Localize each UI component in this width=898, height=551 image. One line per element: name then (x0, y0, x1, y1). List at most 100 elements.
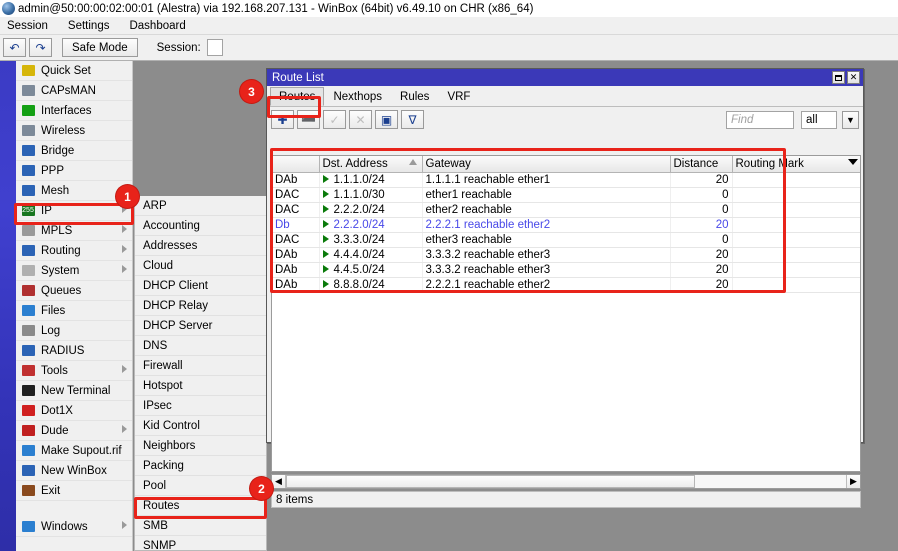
routing-mark-column[interactable]: Routing Mark (732, 156, 860, 172)
redo-arrow-icon[interactable]: ↷ (29, 38, 52, 57)
flags-column[interactable] (272, 156, 319, 172)
menu-dashboard[interactable]: Dashboard (127, 19, 194, 33)
ip-submenu-item-cloud[interactable]: Cloud (135, 256, 266, 276)
ip-submenu-item-pool[interactable]: Pool (135, 476, 266, 496)
scrollbar-thumb[interactable] (286, 475, 695, 488)
sidebar-item-label: Quick Set (41, 65, 91, 77)
sidebar-item-routing[interactable]: Routing (16, 241, 132, 261)
menu-session[interactable]: Session (5, 19, 57, 33)
safe-mode-button[interactable]: Safe Mode (62, 38, 138, 57)
ip-submenu-item-dhcp-client[interactable]: DHCP Client (135, 276, 266, 296)
session-input[interactable] (207, 39, 223, 56)
sidebar-item-label: Files (41, 305, 65, 317)
route-dst-address: 3.3.3.0/24 (319, 232, 422, 247)
table-row[interactable]: DAC1.1.1.0/30ether1 reachable0 (272, 187, 860, 202)
sidebar-item-mesh[interactable]: Mesh (16, 181, 132, 201)
ip-submenu-item-firewall[interactable]: Firewall (135, 356, 266, 376)
sidebar-item-queues[interactable]: Queues (16, 281, 132, 301)
ip-submenu-item-ipsec[interactable]: IPsec (135, 396, 266, 416)
ip-submenu-item-smb[interactable]: SMB (135, 516, 266, 536)
ip-submenu-item-packing[interactable]: Packing (135, 456, 266, 476)
tab-nexthops[interactable]: Nexthops (324, 87, 391, 106)
sidebar-item-files[interactable]: Files (16, 301, 132, 321)
scroll-right-icon[interactable]: ▶ (846, 475, 860, 488)
sidebar-item-tools[interactable]: Tools (16, 361, 132, 381)
ip-submenu-item-kid-control[interactable]: Kid Control (135, 416, 266, 436)
sidebar-item-dot1x[interactable]: Dot1X (16, 401, 132, 421)
ip-submenu-item-addresses[interactable]: Addresses (135, 236, 266, 256)
scroll-left-icon[interactable]: ◀ (272, 475, 286, 488)
routes-table-header-row: Dst. Address Gateway Distance Routing Ma… (272, 156, 860, 172)
enable-button[interactable]: ✓ (323, 110, 346, 129)
distance-column[interactable]: Distance (670, 156, 732, 172)
ip-submenu-item-dns[interactable]: DNS (135, 336, 266, 356)
add-button[interactable]: ✚ (271, 110, 294, 129)
remove-button[interactable]: ➖ (297, 110, 320, 129)
ip-submenu-item-snmp[interactable]: SNMP (135, 536, 266, 551)
route-distance: 20 (670, 247, 732, 262)
ip-submenu-item-dhcp-server[interactable]: DHCP Server (135, 316, 266, 336)
sidebar-item-capsman[interactable]: CAPsMAN (16, 81, 132, 101)
route-gateway: 3.3.3.2 reachable ether3 (422, 262, 670, 277)
tab-vrf[interactable]: VRF (438, 87, 479, 106)
sidebar-item-ip[interactable]: 255IP (16, 201, 132, 221)
disable-button[interactable]: ✕ (349, 110, 372, 129)
sidebar-item-exit[interactable]: Exit (16, 481, 132, 501)
ip-submenu-item-dhcp-relay[interactable]: DHCP Relay (135, 296, 266, 316)
menu-settings[interactable]: Settings (66, 19, 119, 33)
gateway-column[interactable]: Gateway (422, 156, 670, 172)
sidebar-item-log[interactable]: Log (16, 321, 132, 341)
tab-rules[interactable]: Rules (391, 87, 438, 106)
sidebar-item-label: MPLS (41, 225, 72, 237)
sidebar-item-dude[interactable]: Dude (16, 421, 132, 441)
sidebar-item-windows[interactable]: Windows (16, 517, 132, 537)
sidebar-item-radius[interactable]: RADIUS (16, 341, 132, 361)
table-row[interactable]: Db2.2.2.0/242.2.2.1 reachable ether220 (272, 217, 860, 232)
route-routing-mark (732, 262, 860, 277)
sidebar-item-wireless[interactable]: Wireless (16, 121, 132, 141)
sidebar-item-ppp[interactable]: PPP (16, 161, 132, 181)
chevron-down-icon[interactable] (848, 159, 858, 165)
sidebar-item-new-terminal[interactable]: New Terminal (16, 381, 132, 401)
search-input[interactable]: Find (726, 111, 794, 129)
ip-submenu-item-label: Addresses (143, 240, 197, 252)
wand-icon (20, 64, 36, 78)
route-flags: DAC (272, 202, 319, 217)
routes-table: Dst. Address Gateway Distance Routing Ma… (272, 156, 861, 293)
route-list-tabs: RoutesNexthopsRulesVRF (267, 86, 863, 107)
undo-arrow-icon[interactable]: ↶ (3, 38, 26, 57)
scope-select[interactable]: all (801, 111, 837, 129)
ip-submenu-item-accounting[interactable]: Accounting (135, 216, 266, 236)
ip-submenu-item-routes[interactable]: Routes (135, 496, 266, 516)
tab-routes[interactable]: Routes (270, 87, 324, 106)
route-type-arrow-icon (323, 280, 329, 288)
route-type-arrow-icon (323, 250, 329, 258)
dst-address-column[interactable]: Dst. Address (319, 156, 422, 172)
sidebar-item-bridge[interactable]: Bridge (16, 141, 132, 161)
supout-icon (20, 444, 36, 458)
ip-submenu-item-hotspot[interactable]: Hotspot (135, 376, 266, 396)
maximize-icon[interactable] (832, 71, 845, 84)
comment-button[interactable]: ▣ (375, 110, 398, 129)
filter-button[interactable]: ∇ (401, 110, 424, 129)
sidebar-item-label: Interfaces (41, 105, 92, 117)
scrollbar-track[interactable] (286, 475, 846, 488)
table-row[interactable]: DAb4.4.5.0/243.3.3.2 reachable ether320 (272, 262, 860, 277)
sidebar-item-make-supout-rif[interactable]: Make Supout.rif (16, 441, 132, 461)
ip-submenu-item-arp[interactable]: ARP (135, 196, 266, 216)
sidebar-item-mpls[interactable]: MPLS (16, 221, 132, 241)
sidebar-item-system[interactable]: System (16, 261, 132, 281)
horizontal-scrollbar[interactable]: ◀ ▶ (271, 474, 861, 489)
sidebar-item-new-winbox[interactable]: New WinBox (16, 461, 132, 481)
sidebar-item-interfaces[interactable]: Interfaces (16, 101, 132, 121)
table-row[interactable]: DAC3.3.3.0/24ether3 reachable0 (272, 232, 860, 247)
table-row[interactable]: DAb4.4.4.0/243.3.3.2 reachable ether320 (272, 247, 860, 262)
table-row[interactable]: DAb8.8.8.0/242.2.2.1 reachable ether220 (272, 277, 860, 292)
close-icon[interactable]: ✕ (847, 71, 860, 84)
table-row[interactable]: DAb1.1.1.0/241.1.1.1 reachable ether120 (272, 172, 860, 187)
route-dst-address: 4.4.5.0/24 (319, 262, 422, 277)
sidebar-item-quick-set[interactable]: Quick Set (16, 61, 132, 81)
table-row[interactable]: DAC2.2.2.0/24ether2 reachable0 (272, 202, 860, 217)
ip-submenu-item-neighbors[interactable]: Neighbors (135, 436, 266, 456)
chevron-down-icon[interactable]: ▼ (842, 111, 859, 129)
